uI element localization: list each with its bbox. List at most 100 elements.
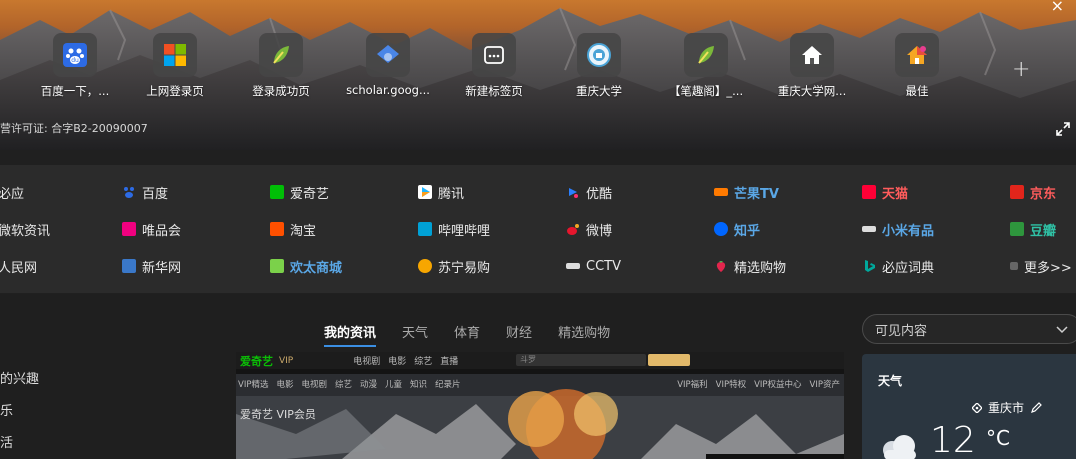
leaf-logo-icon [259, 33, 303, 77]
shortcut-grid: du 百度一下，... 上网登录页 登录成功页 scholar.goog... … [0, 33, 1076, 103]
link-people[interactable]: 人民网 [0, 256, 37, 276]
shortcut-tile[interactable]: scholar.goog... [335, 33, 441, 97]
tab-shopping[interactable]: 精选购物 [558, 322, 610, 341]
link-mango-tv[interactable]: 芒果TV [714, 182, 779, 202]
banner-nav-item: 电视剧 [353, 357, 381, 367]
shortcut-tile[interactable]: 新建标签页 [441, 33, 547, 99]
scholar-cap-icon [366, 33, 410, 77]
heytap-icon [270, 259, 284, 273]
link-tmall[interactable]: 天猫 [862, 182, 908, 202]
weibo-icon [566, 222, 580, 236]
banner-brand: 爱奇艺 [240, 354, 273, 368]
link-weibo[interactable]: 微博 [566, 219, 612, 239]
weather-card[interactable]: 天气 重庆市 12 °C [862, 354, 1076, 459]
sidebar-item[interactable]: 的兴趣 [0, 364, 39, 396]
wallpaper-header: × du 百度一下，... 上网登录页 登录成功页 scholar.goog..… [0, 0, 1076, 150]
banner-topbar: 爱奇艺 VIP 电视剧 电影 综艺 直播 斗罗 [236, 352, 844, 369]
ad-banner[interactable]: 爱奇艺 VIP 电视剧 电影 综艺 直播 斗罗 VIP精选 电影 电视剧 综艺 … [236, 352, 844, 459]
link-suning[interactable]: 苏宁易购 [418, 256, 490, 276]
link-taobao[interactable]: 淘宝 [270, 219, 316, 239]
expand-icon[interactable] [1056, 122, 1070, 136]
sidebar-item[interactable]: 乐 [0, 396, 39, 428]
link-cctv[interactable]: CCTV [566, 256, 621, 276]
strawberry-icon [714, 259, 728, 273]
link-bing[interactable]: 必应 [0, 182, 24, 202]
shortcut-label: 重庆大学网... [777, 84, 847, 98]
link-bing-dictionary[interactable]: 必应词典 [862, 256, 934, 276]
banner-menu-item: 儿童 [385, 380, 403, 390]
bilibili-icon [418, 222, 432, 236]
link-youku[interactable]: 优酷 [566, 182, 612, 202]
link-more[interactable]: 更多>> [1010, 256, 1072, 276]
link-xiaomi-youpin[interactable]: 小米有品 [862, 219, 934, 239]
baidu-paw-icon [122, 185, 136, 199]
banner-nav-item: 直播 [440, 357, 459, 367]
house-icon [790, 33, 834, 77]
link-iqiyi[interactable]: 爱奇艺 [270, 182, 329, 202]
link-featured-shopping[interactable]: 精选购物 [714, 256, 786, 276]
weather-title: 天气 [878, 374, 903, 388]
shortcut-label: 【笔趣阁】_... [668, 84, 744, 98]
banner-vip-item: VIP福利 [677, 380, 708, 390]
link-baidu[interactable]: 百度 [122, 182, 168, 202]
link-msn-news[interactable]: 微软资讯 [0, 219, 50, 239]
link-bilibili[interactable]: 哔哩哔哩 [418, 219, 490, 239]
tab-finance[interactable]: 财经 [506, 322, 532, 341]
tab-my-news[interactable]: 我的资讯 [324, 322, 377, 347]
quick-links-panel: 必应 百度 爱奇艺 腾讯 优酷 芒果TV 天猫 京东 微软资讯 唯品会 淘宝 哔… [0, 165, 1076, 293]
banner-menu-item: 动漫 [360, 380, 378, 390]
link-xinhua[interactable]: 新华网 [122, 256, 181, 276]
shortcut-tile[interactable]: 上网登录页 [122, 33, 228, 99]
vip-shop-icon [122, 222, 136, 236]
tencent-play-icon [418, 185, 432, 199]
douban-icon [1010, 222, 1024, 236]
shortcut-tile[interactable]: 重庆大学网... [759, 33, 865, 99]
banner-menu-item: 综艺 [334, 380, 352, 390]
news-feed-section: 我的资讯 天气 体育 财经 精选购物 的兴趣 乐 活 爱奇艺 VIP 电视剧 电… [0, 294, 1076, 459]
weather-location[interactable]: 重庆市 [972, 399, 1042, 416]
shortcut-tile[interactable]: 重庆大学 [546, 33, 652, 99]
banner-menu-item: 电影 [276, 380, 294, 390]
visible-content-select[interactable]: 可见内容 [862, 314, 1076, 344]
suning-icon [418, 259, 432, 273]
close-icon[interactable]: × [1051, 0, 1064, 15]
banner-menu-item: 电视剧 [301, 380, 327, 390]
shortcut-label: 百度一下，... [40, 84, 110, 98]
bing-icon [862, 259, 876, 273]
banner-search: 斗罗 [516, 354, 646, 366]
shortcut-tile[interactable]: 最佳 [864, 33, 970, 99]
xiaomi-youpin-icon [862, 226, 876, 232]
colorful-house-icon [895, 33, 939, 77]
chevron-down-icon [1056, 326, 1068, 334]
iqiyi-icon [270, 185, 284, 199]
new-tab-page: × du 百度一下，... 上网登录页 登录成功页 scholar.goog..… [0, 0, 1076, 459]
weather-unit: °C [986, 426, 1010, 450]
link-vip-shop[interactable]: 唯品会 [122, 219, 181, 239]
university-seal-icon [577, 33, 621, 77]
add-shortcut-button[interactable]: + [1012, 57, 1030, 82]
banner-vip-item: VIP特权 [715, 380, 747, 390]
banner-vip-item: VIP权益中心 [754, 380, 802, 390]
link-douban[interactable]: 豆瓣 [1010, 219, 1056, 239]
link-jd[interactable]: 京东 [1010, 182, 1056, 202]
shortcut-tile[interactable]: du 百度一下，... [22, 33, 128, 99]
interest-sidebar: 的兴趣 乐 活 [0, 364, 39, 459]
baidu-paw-icon: du [53, 33, 97, 77]
link-heytap[interactable]: 欢太商城 [270, 256, 342, 276]
link-tencent[interactable]: 腾讯 [418, 182, 464, 202]
banner-vip-menu: VIP福利 VIP特权 VIP权益中心 VIP资产 [677, 378, 840, 390]
tab-sports[interactable]: 体育 [454, 322, 480, 341]
shortcut-label: 最佳 [905, 84, 929, 98]
shortcut-tile[interactable]: 【笔趣阁】_... [653, 33, 759, 99]
tab-weather[interactable]: 天气 [402, 322, 428, 341]
banner-nav-item: 综艺 [414, 357, 433, 367]
visible-content-label: 可见内容 [875, 323, 928, 339]
shortcut-tile[interactable]: 登录成功页 [228, 33, 334, 99]
tmall-icon [862, 185, 876, 199]
link-zhihu[interactable]: 知乎 [714, 219, 760, 239]
sidebar-item[interactable]: 活 [0, 428, 39, 459]
edit-icon[interactable] [1030, 401, 1042, 414]
news-tabs: 我的资讯 天气 体育 财经 精选购物 [324, 322, 636, 347]
taobao-icon [270, 222, 284, 236]
shortcut-label: 重庆大学 [576, 84, 622, 98]
